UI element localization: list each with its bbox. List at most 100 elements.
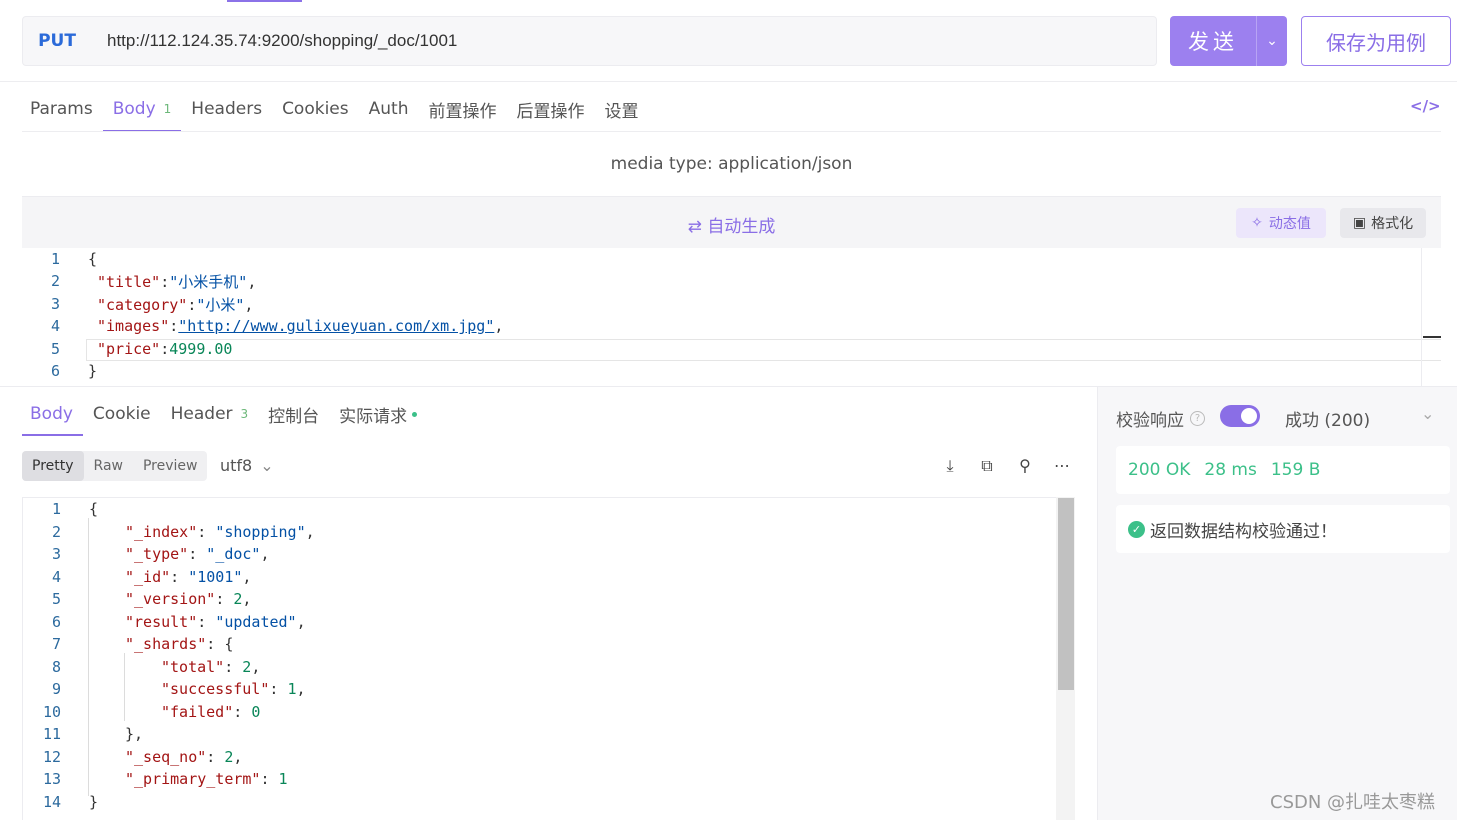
- code-snippet-icon[interactable]: </>: [1410, 97, 1441, 115]
- send-dropdown-chevron-icon[interactable]: ⌄: [1257, 16, 1287, 66]
- tab-label: 实际请求: [339, 406, 408, 427]
- url-input[interactable]: http://112.124.35.74:9200/shopping/_doc/…: [107, 31, 457, 51]
- request-body-editor[interactable]: 1 { 2 "title":"小米手机", 3 "category":"小米",…: [22, 248, 1441, 386]
- tab-settings[interactable]: 设置: [594, 86, 648, 132]
- code-text: {: [89, 500, 99, 519]
- json-key: "result": [125, 612, 198, 631]
- tab-label: Body: [112, 99, 156, 119]
- status-code: 200 OK: [1128, 460, 1191, 480]
- tab-post-actions[interactable]: 后置操作: [506, 86, 594, 132]
- line-number: 6: [50, 362, 60, 380]
- save-as-case-button[interactable]: 保存为用例: [1301, 16, 1451, 66]
- json-value: "updated": [215, 612, 297, 631]
- code-line: 13 "_primary_term": 1: [23, 768, 288, 791]
- line-number: 1: [50, 250, 60, 268]
- line-number: 5: [50, 340, 60, 358]
- code-line: 1{: [23, 498, 98, 521]
- line-number: 5: [51, 590, 61, 609]
- tab-pre-actions[interactable]: 前置操作: [418, 86, 506, 132]
- code-line: 14}: [23, 791, 98, 814]
- json-value: 2: [242, 657, 252, 676]
- divider: [0, 81, 1457, 82]
- tab-params[interactable]: Params: [22, 86, 103, 132]
- json-url-value[interactable]: "http://www.gulixueyuan.com/xm.jpg": [178, 317, 494, 335]
- watermark: CSDN @扎哇太枣糕: [1270, 792, 1436, 813]
- tab-headers[interactable]: Headers: [181, 86, 272, 132]
- json-key: "_index": [125, 522, 198, 541]
- code-line: 4 "_id": "1001",: [23, 566, 251, 589]
- send-button[interactable]: 发送 ⌄: [1170, 16, 1287, 66]
- json-key: "total": [161, 657, 225, 676]
- magic-wand-icon: ✧: [1251, 215, 1263, 231]
- auto-generate-button[interactable]: ⇄ 自动生成: [22, 212, 1441, 237]
- line-number: 12: [42, 747, 61, 766]
- view-mode-switch: Pretty Raw Preview: [22, 451, 208, 481]
- tab-response-cookie[interactable]: Cookie: [83, 392, 161, 436]
- json-value: "小米手机": [169, 272, 248, 291]
- copy-icon[interactable]: ⧉: [977, 456, 997, 476]
- json-key: "_seq_no": [125, 747, 207, 766]
- json-key: "_id": [125, 567, 171, 586]
- tab-body[interactable]: Body 1: [102, 86, 182, 132]
- json-value: 1: [278, 770, 288, 789]
- format-button[interactable]: ▣ 格式化: [1340, 208, 1426, 238]
- send-button-label[interactable]: 发送: [1170, 16, 1256, 66]
- tab-label: Header: [170, 404, 233, 424]
- encoding-select[interactable]: utf8 ⌄: [220, 456, 274, 475]
- code-line: 10 "failed": 0: [23, 701, 260, 724]
- json-key: "title": [97, 272, 161, 291]
- response-meta-card: 200 OK 28 ms 159 B: [1116, 446, 1450, 494]
- tab-response-header[interactable]: Header 3: [161, 392, 259, 436]
- response-scrollbar-thumb[interactable]: [1058, 498, 1074, 690]
- format-icon: ▣: [1352, 215, 1367, 231]
- line-number: 4: [51, 567, 61, 586]
- line-number: 4: [50, 317, 60, 335]
- editor-scrollbar[interactable]: [1421, 248, 1422, 386]
- view-pretty[interactable]: Pretty: [22, 451, 84, 481]
- dynamic-value-button[interactable]: ✧ 动态值: [1236, 208, 1326, 238]
- download-icon[interactable]: ⤓: [940, 456, 960, 476]
- code-line: 12 "_seq_no": 2,: [23, 746, 242, 769]
- validation-status-select[interactable]: 成功 (200): [1285, 406, 1370, 431]
- tab-auth[interactable]: Auth: [359, 86, 419, 132]
- response-body-viewer[interactable]: 1{ 2 "_index": "shopping", 3 "_type": "_do…: [22, 497, 1075, 820]
- code-text: }: [89, 792, 99, 811]
- code-line: 5 "_version": 2,: [23, 588, 251, 611]
- tab-badge: 3: [240, 407, 249, 421]
- line-number: 6: [51, 612, 61, 631]
- validate-response-label: 校验响应?: [1116, 406, 1205, 431]
- tab-cookies[interactable]: Cookies: [272, 86, 359, 132]
- response-tabs: Body Cookie Header 3 控制台 实际请求: [22, 392, 427, 436]
- tab-response-body[interactable]: Body: [22, 392, 83, 436]
- help-icon[interactable]: ?: [1190, 411, 1205, 426]
- tab-console[interactable]: 控制台: [258, 392, 329, 436]
- editor-scroll-marker: [1423, 336, 1441, 338]
- format-label: 格式化: [1371, 216, 1414, 232]
- response-size: 159 B: [1270, 460, 1321, 480]
- response-time: 28 ms: [1204, 460, 1257, 480]
- view-preview[interactable]: Preview: [133, 451, 208, 481]
- more-icon[interactable]: ⋯: [1052, 456, 1072, 475]
- status-dot-icon: [412, 411, 418, 417]
- tab-label: Auth: [368, 99, 409, 119]
- code-line: 9 "successful": 1,: [23, 678, 306, 701]
- encoding-value: utf8: [220, 456, 253, 475]
- json-key: "successful": [161, 680, 270, 699]
- validate-toggle[interactable]: [1220, 405, 1260, 427]
- url-bar[interactable]: PUT http://112.124.35.74:9200/shopping/_…: [22, 16, 1157, 66]
- code-line: 2 "_index": "shopping",: [23, 521, 315, 544]
- method-select[interactable]: PUT: [23, 31, 91, 51]
- json-key: "failed": [161, 702, 234, 721]
- json-value: "shopping": [215, 522, 306, 541]
- search-icon[interactable]: ⚲: [1015, 456, 1035, 475]
- view-raw[interactable]: Raw: [84, 451, 133, 481]
- tab-label: Cookies: [282, 99, 349, 119]
- tab-label: 前置操作: [428, 101, 497, 122]
- json-value: "小米": [196, 295, 245, 314]
- line-number: 14: [42, 792, 61, 811]
- chevron-down-icon[interactable]: ⌄: [1421, 404, 1434, 423]
- code-line: 4 "images":"http://www.gulixueyuan.com/x…: [22, 315, 503, 337]
- line-number: 3: [50, 295, 60, 313]
- tab-actual-request[interactable]: 实际请求: [329, 392, 427, 436]
- tab-label: 控制台: [268, 406, 320, 427]
